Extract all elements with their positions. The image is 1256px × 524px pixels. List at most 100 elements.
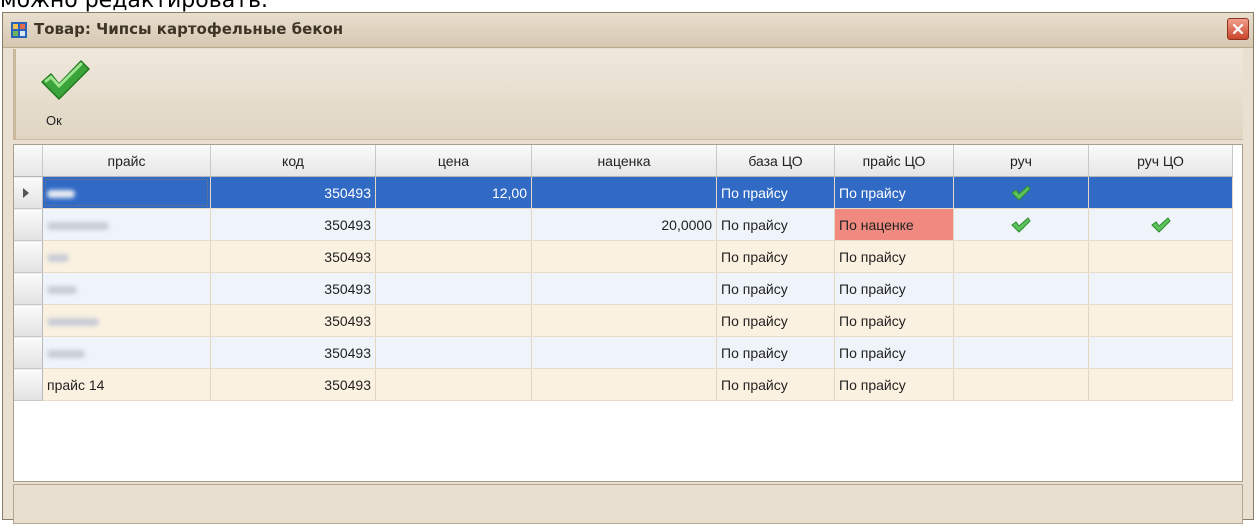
cell-code[interactable]: 350493 bbox=[210, 176, 376, 209]
column-header-code[interactable]: код bbox=[210, 145, 376, 177]
cell-code[interactable]: 350493 bbox=[210, 304, 376, 337]
cell-price[interactable] bbox=[375, 304, 532, 337]
cell-base-co[interactable]: По прайсу bbox=[716, 176, 835, 209]
cell-code[interactable]: 350493 bbox=[210, 240, 376, 273]
cell-price[interactable] bbox=[375, 336, 532, 369]
cell-price[interactable] bbox=[375, 368, 532, 401]
status-bar bbox=[13, 484, 1243, 524]
cell-markup[interactable] bbox=[531, 240, 717, 273]
cell-price-list[interactable] bbox=[42, 176, 211, 209]
cell-manual[interactable] bbox=[953, 240, 1089, 273]
cell-manual[interactable] bbox=[953, 272, 1089, 305]
table-row[interactable]: 350493 По прайсу По прайсу bbox=[14, 240, 1233, 273]
cell-code[interactable]: 350493 bbox=[210, 368, 376, 401]
table-row[interactable]: 350493 По прайсу По прайсу bbox=[14, 272, 1233, 305]
cell-manual-co[interactable] bbox=[1088, 368, 1233, 401]
cell-markup[interactable] bbox=[531, 176, 717, 209]
column-header-manual[interactable]: руч bbox=[953, 145, 1089, 177]
row-selector[interactable] bbox=[14, 240, 43, 273]
ok-button[interactable]: Ок bbox=[38, 55, 90, 135]
cell-markup[interactable] bbox=[531, 368, 717, 401]
grid-body: 350493 12,00 По прайсу По прайсу 350493 20,00… bbox=[14, 176, 1233, 401]
table-row[interactable]: 350493 По прайсу По прайсу bbox=[14, 336, 1233, 369]
cell-price[interactable] bbox=[375, 240, 532, 273]
cell-manual-co[interactable] bbox=[1088, 336, 1233, 369]
row-selector[interactable] bbox=[14, 336, 43, 369]
cell-price[interactable] bbox=[375, 208, 532, 241]
row-selector[interactable] bbox=[14, 368, 43, 401]
cell-price-co[interactable]: По прайсу bbox=[834, 176, 954, 209]
cell-markup[interactable] bbox=[531, 272, 717, 305]
cell-price-co[interactable]: По прайсу bbox=[834, 240, 954, 273]
row-selector[interactable] bbox=[14, 304, 43, 337]
cell-code[interactable]: 350493 bbox=[210, 336, 376, 369]
cell-price-list[interactable]: прайс 14 bbox=[42, 368, 211, 401]
cell-markup[interactable]: 20,0000 bbox=[531, 208, 717, 241]
toolbar: Ок bbox=[13, 49, 1243, 140]
cell-code[interactable]: 350493 bbox=[210, 208, 376, 241]
column-header-manual-co[interactable]: руч ЦО bbox=[1088, 145, 1233, 177]
check-icon bbox=[1011, 184, 1031, 201]
cell-manual-co[interactable] bbox=[1088, 176, 1233, 209]
ok-label: Ок bbox=[46, 113, 62, 128]
cell-markup[interactable] bbox=[531, 304, 717, 337]
cell-base-co[interactable]: По прайсу bbox=[716, 272, 835, 305]
cell-manual-co[interactable] bbox=[1088, 272, 1233, 305]
column-header-markup[interactable]: наценка bbox=[531, 145, 717, 177]
product-window: Товар: Чипсы картофельные бекон Ок прайс… bbox=[2, 12, 1254, 524]
cell-base-co[interactable]: По прайсу bbox=[716, 240, 835, 273]
cell-price-co[interactable]: По наценке bbox=[834, 208, 954, 241]
check-icon bbox=[1011, 216, 1031, 233]
close-button[interactable] bbox=[1227, 18, 1249, 40]
cell-markup[interactable] bbox=[531, 336, 717, 369]
redacted-text bbox=[47, 221, 109, 230]
cell-manual-co[interactable] bbox=[1088, 304, 1233, 337]
header-row: прайс код цена наценка база ЦО прайс ЦО … bbox=[14, 145, 1233, 177]
cell-price[interactable]: 12,00 bbox=[375, 176, 532, 209]
cell-price[interactable] bbox=[375, 272, 532, 305]
cell-base-co[interactable]: По прайсу bbox=[716, 304, 835, 337]
window-title: Товар: Чипсы картофельные бекон bbox=[34, 20, 344, 38]
checkmark-icon bbox=[41, 60, 90, 100]
column-header-base-co[interactable]: база ЦО bbox=[716, 145, 835, 177]
table-row[interactable]: прайс 14 350493 По прайсу По прайсу bbox=[14, 368, 1233, 401]
current-row-arrow-icon bbox=[23, 187, 29, 198]
redacted-text bbox=[47, 349, 85, 358]
cell-manual[interactable] bbox=[953, 304, 1089, 337]
cell-price-co[interactable]: По прайсу bbox=[834, 368, 954, 401]
cell-price-list[interactable] bbox=[42, 240, 211, 273]
title-bar[interactable]: Товар: Чипсы картофельные бекон bbox=[3, 13, 1253, 48]
header-row-selector bbox=[14, 145, 43, 177]
cell-price-list[interactable] bbox=[42, 272, 211, 305]
cell-price-co[interactable]: По прайсу bbox=[834, 272, 954, 305]
cell-base-co[interactable]: По прайсу bbox=[716, 208, 835, 241]
column-header-price-co[interactable]: прайс ЦО bbox=[834, 145, 954, 177]
cell-manual-co[interactable] bbox=[1088, 240, 1233, 273]
column-header-price[interactable]: цена bbox=[375, 145, 532, 177]
price-table: прайс код цена наценка база ЦО прайс ЦО … bbox=[14, 145, 1233, 401]
redacted-text bbox=[47, 317, 99, 326]
table-row[interactable]: 350493 По прайсу По прайсу bbox=[14, 304, 1233, 337]
cell-price-co[interactable]: По прайсу bbox=[834, 304, 954, 337]
cell-base-co[interactable]: По прайсу bbox=[716, 336, 835, 369]
row-selector[interactable] bbox=[14, 272, 43, 305]
cell-price-co[interactable]: По прайсу bbox=[834, 336, 954, 369]
redacted-text bbox=[47, 253, 69, 262]
table-row[interactable]: 350493 20,0000 По прайсу По наценке bbox=[14, 208, 1233, 241]
close-icon bbox=[1232, 23, 1244, 35]
column-header-price-list[interactable]: прайс bbox=[42, 145, 211, 177]
table-row[interactable]: 350493 12,00 По прайсу По прайсу bbox=[14, 176, 1233, 209]
cell-price-list[interactable] bbox=[42, 304, 211, 337]
cell-base-co[interactable]: По прайсу bbox=[716, 368, 835, 401]
cell-manual-co[interactable] bbox=[1088, 208, 1233, 241]
cell-price-list[interactable] bbox=[42, 208, 211, 241]
cell-manual[interactable] bbox=[953, 208, 1089, 241]
cell-price-list[interactable] bbox=[42, 336, 211, 369]
cell-manual[interactable] bbox=[953, 176, 1089, 209]
cell-manual[interactable] bbox=[953, 368, 1089, 401]
row-selector[interactable] bbox=[14, 176, 43, 209]
row-selector[interactable] bbox=[14, 208, 43, 241]
price-grid: прайс код цена наценка база ЦО прайс ЦО … bbox=[13, 144, 1243, 482]
cell-manual[interactable] bbox=[953, 336, 1089, 369]
cell-code[interactable]: 350493 bbox=[210, 272, 376, 305]
